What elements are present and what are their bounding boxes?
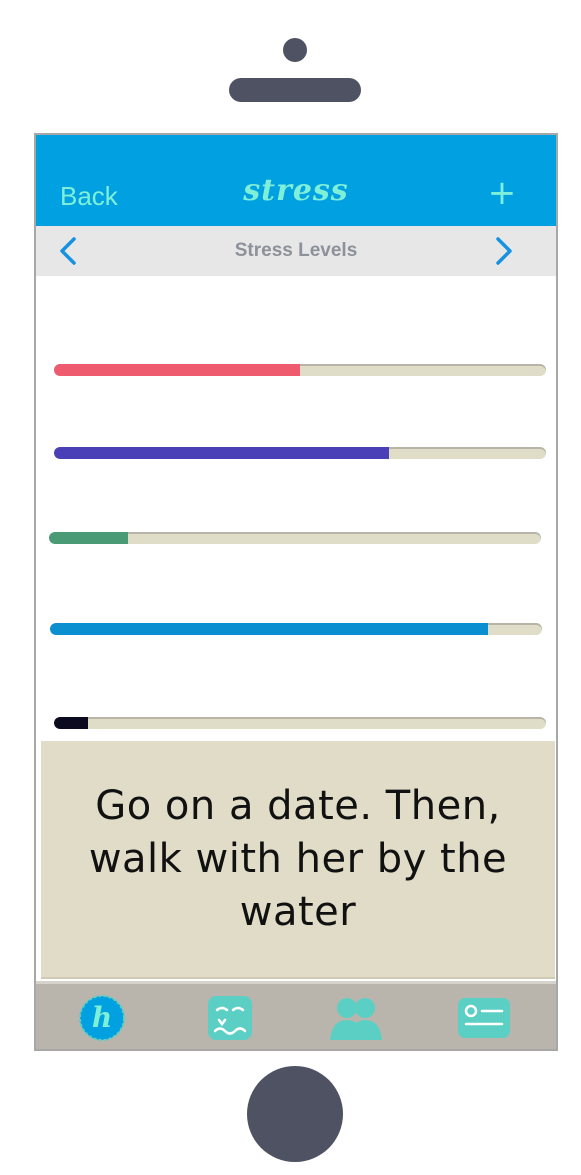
stress-bar-fill	[54, 447, 389, 459]
stress-bar	[54, 364, 546, 376]
stress-bar-fill	[54, 717, 89, 729]
profile-card-icon[interactable]	[454, 994, 514, 1042]
suggestion-text: Go on a date. Then, walk with her by the…	[88, 782, 508, 935]
stress-bar	[54, 717, 546, 729]
home-button[interactable]	[247, 1066, 343, 1162]
suggestion-panel: Go on a date. Then, walk with her by the…	[41, 741, 555, 977]
front-camera	[283, 38, 307, 62]
mood-face-icon[interactable]	[200, 994, 260, 1042]
section-header: Stress Levels	[36, 226, 556, 276]
earpiece-speaker	[229, 78, 361, 102]
app-title: stress	[243, 173, 349, 208]
home-icon[interactable]: h	[72, 994, 132, 1042]
stress-bar-fill	[54, 364, 300, 376]
home-icon-letter: h	[92, 1001, 112, 1034]
app-header: Back stress +	[36, 135, 556, 226]
stress-bar	[54, 447, 546, 459]
chevron-right-icon[interactable]	[486, 234, 520, 268]
stress-bar	[49, 532, 541, 544]
add-button[interactable]: +	[482, 173, 522, 213]
stress-bar-fill	[49, 532, 128, 544]
section-title: Stress Levels	[234, 240, 358, 261]
stress-bar-fill	[50, 623, 488, 635]
tab-bar: h	[36, 981, 556, 1049]
phone-screen: Back stress + Stress Levels Go on a date…	[34, 133, 558, 1051]
friends-icon[interactable]	[326, 994, 386, 1042]
stress-bar	[50, 623, 542, 635]
